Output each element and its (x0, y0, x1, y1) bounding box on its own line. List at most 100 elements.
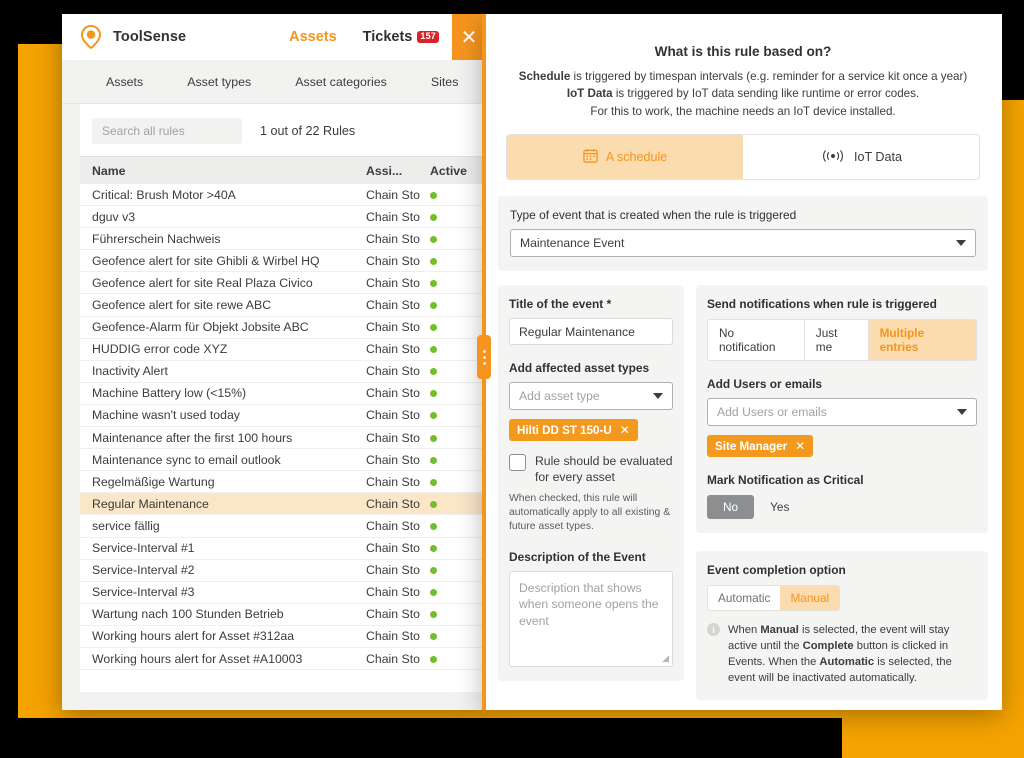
cell-assigned: Chain Sto (366, 519, 430, 533)
description-schedule-bold: Schedule (519, 70, 571, 83)
evaluate-every-asset-row[interactable]: Rule should be evaluated for every asset (509, 454, 673, 485)
table-row[interactable]: Geofence alert for site Real Plaza Civic… (80, 272, 486, 294)
cell-assigned: Chain Sto (366, 475, 430, 489)
table-row[interactable]: Service-Interval #2Chain Sto (80, 560, 486, 582)
description-line-3: For this to work, the machine needs an I… (498, 103, 988, 120)
table-row[interactable]: Working hours alert for Asset #A10003Cha… (80, 648, 486, 670)
cell-active (430, 453, 486, 467)
active-status-dot (430, 214, 437, 221)
tab-asset-categories[interactable]: Asset categories (273, 75, 409, 89)
table-row[interactable]: HUDDIG error code XYZChain Sto (80, 339, 486, 361)
trigger-option-iot[interactable]: IoT Data (743, 135, 979, 179)
table-row[interactable]: Machine Battery low (<15%)Chain Sto (80, 383, 486, 405)
table-row[interactable]: Service-Interval #3Chain Sto (80, 582, 486, 604)
table-row[interactable]: Maintenance after the first 100 hoursCha… (80, 427, 486, 449)
table-row[interactable]: Wartung nach 100 Stunden BetriebChain St… (80, 604, 486, 626)
resize-grip-icon[interactable]: ◢ (662, 652, 669, 664)
completion-toggle: Automatic Manual (707, 585, 840, 611)
active-status-dot (430, 192, 437, 199)
location-pin-icon (78, 24, 104, 50)
table-row[interactable]: Führerschein NachweisChain Sto (80, 228, 486, 250)
search-input[interactable] (92, 118, 242, 144)
trigger-option-schedule[interactable]: A schedule (507, 135, 743, 179)
description-schedule-rest: is triggered by timespan intervals (e.g.… (570, 70, 967, 83)
evaluate-every-asset-checkbox[interactable] (509, 454, 526, 471)
cell-name: Service-Interval #3 (80, 585, 366, 599)
completion-info-row: i When Manual is selected, the event wil… (707, 622, 977, 686)
cell-name: Working hours alert for Asset #312aa (80, 629, 366, 643)
cell-name: Service-Interval #2 (80, 563, 366, 577)
notify-option-just-me[interactable]: Just me (805, 320, 869, 360)
asset-type-chip[interactable]: Hilti DD ST 150-U ✕ (509, 419, 638, 441)
cell-active (430, 431, 486, 445)
critical-option-no[interactable]: No (707, 495, 754, 519)
asset-type-select[interactable]: Add asset type (509, 382, 673, 410)
column-header-active[interactable]: Active (430, 164, 486, 178)
cell-assigned: Chain Sto (366, 320, 430, 334)
cell-assigned: Chain Sto (366, 276, 430, 290)
critical-option-yes[interactable]: Yes (754, 495, 805, 519)
table-row[interactable]: service fälligChain Sto (80, 515, 486, 537)
column-header-assigned[interactable]: Assi... (366, 164, 430, 178)
cell-active (430, 408, 486, 422)
remove-chip-icon[interactable]: ✕ (795, 439, 805, 453)
cell-name: Maintenance after the first 100 hours (80, 431, 366, 445)
tab-assets[interactable]: Assets (84, 75, 165, 89)
table-row[interactable]: dguv v3Chain Sto (80, 206, 486, 228)
column-header-name[interactable]: Name (80, 164, 366, 178)
tab-asset-types[interactable]: Asset types (165, 75, 273, 89)
completion-label: Event completion option (707, 563, 977, 577)
notify-option-multiple[interactable]: Multiple entries (869, 320, 976, 360)
nav-item-tickets[interactable]: Tickets 157 (350, 14, 452, 60)
table-row[interactable]: Geofence-Alarm für Objekt Jobsite ABCCha… (80, 317, 486, 339)
form-column-right: Send notifications when rule is triggere… (696, 285, 988, 700)
user-chip-label: Site Manager (715, 440, 787, 453)
tab-sites[interactable]: Sites (409, 75, 481, 89)
table-row[interactable]: Critical: Brush Motor >40AChain Sto (80, 184, 486, 206)
nav-item-assets[interactable]: Assets (276, 14, 350, 60)
grip-dot (483, 362, 486, 365)
grip-dot (483, 356, 486, 359)
panel-title: What is this rule based on? (498, 44, 988, 59)
form-columns: Title of the event * Regular Maintenance… (498, 285, 988, 700)
cell-active (430, 386, 486, 400)
notify-option-none[interactable]: No notification (708, 320, 805, 360)
cell-active (430, 210, 486, 224)
cell-active (430, 541, 486, 555)
table-row[interactable]: Regelmäßige WartungChain Sto (80, 471, 486, 493)
cell-active (430, 652, 486, 666)
cell-active (430, 607, 486, 621)
table-row[interactable]: Service-Interval #1Chain Sto (80, 538, 486, 560)
nav-item-tickets-label: Tickets (363, 29, 413, 45)
table-row[interactable]: Geofence alert for site Ghibli & Wirbel … (80, 250, 486, 272)
completion-option-automatic[interactable]: Automatic (708, 586, 780, 610)
remove-chip-icon[interactable]: ✕ (620, 423, 630, 437)
table-row[interactable]: Maintenance sync to email outlookChain S… (80, 449, 486, 471)
table-row[interactable]: Regular MaintenanceChain Sto (80, 493, 486, 515)
active-status-dot (430, 589, 437, 596)
table-row[interactable]: Working hours alert for Asset #312aaChai… (80, 626, 486, 648)
active-status-dot (430, 435, 437, 442)
event-description-textarea[interactable]: Description that shows when someone open… (509, 571, 673, 667)
notify-label: Send notifications when rule is triggere… (707, 297, 977, 311)
active-status-dot (430, 258, 437, 265)
cell-name: Inactivity Alert (80, 364, 366, 378)
cell-active (430, 276, 486, 290)
panel-resize-grip[interactable] (477, 335, 491, 379)
table-row[interactable]: Geofence alert for site rewe ABCChain St… (80, 294, 486, 316)
cell-assigned: Chain Sto (366, 652, 430, 666)
active-status-dot (430, 302, 437, 309)
user-chip[interactable]: Site Manager ✕ (707, 435, 813, 457)
event-type-select[interactable]: Maintenance Event (510, 229, 976, 257)
critical-toggle: No Yes (707, 495, 977, 519)
table-row[interactable]: Machine wasn't used todayChain Sto (80, 405, 486, 427)
completion-option-manual[interactable]: Manual (780, 586, 839, 610)
close-icon[interactable]: ✕ (452, 14, 486, 60)
users-select[interactable]: Add Users or emails (707, 398, 977, 426)
description-iot-rest: is triggered by IoT data sending like ru… (613, 87, 920, 100)
event-title-input[interactable]: Regular Maintenance (509, 318, 673, 345)
rules-list-window: ToolSense Assets Tickets 157 ✕ Assets As… (62, 14, 486, 710)
active-status-dot (430, 656, 437, 663)
table-row[interactable]: Inactivity AlertChain Sto (80, 361, 486, 383)
cell-name: Working hours alert for Asset #A10003 (80, 652, 366, 666)
